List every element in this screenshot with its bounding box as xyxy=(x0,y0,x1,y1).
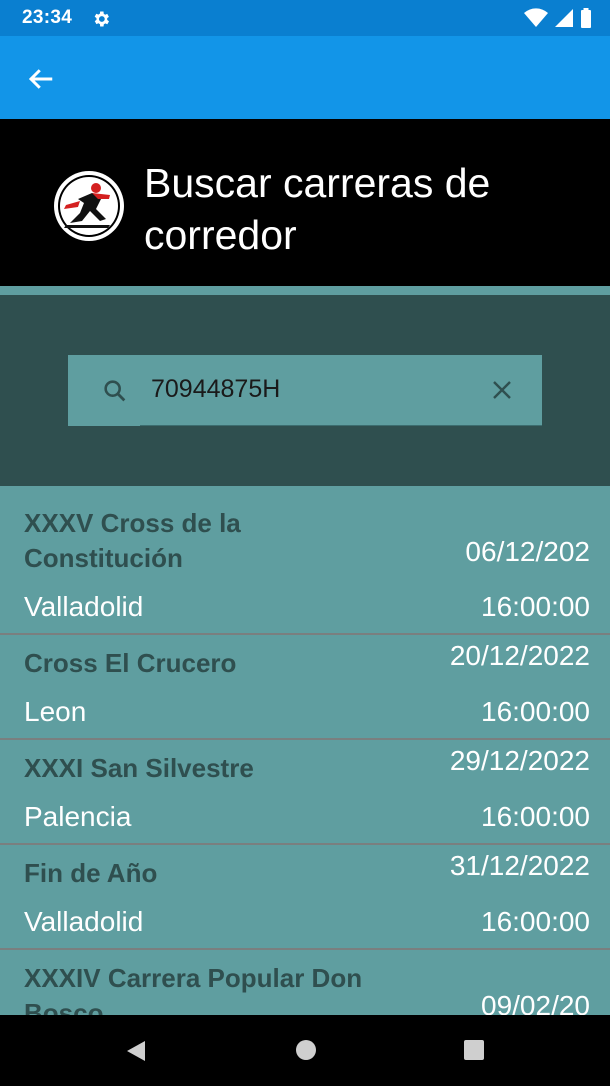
runner-logo-icon xyxy=(52,169,126,243)
race-city: Valladolid xyxy=(24,591,144,622)
search-underline xyxy=(140,425,542,426)
race-date: 31/12/2022 xyxy=(449,850,590,881)
list-item[interactable]: XXXV Cross de la Constitución 06/12/202 … xyxy=(0,486,610,635)
search-query[interactable]: 70944875H xyxy=(151,375,280,404)
list-item[interactable]: XXXI San Silvestre 29/12/2022 Palencia 1… xyxy=(0,740,610,845)
race-name: XXXIV Carrera Popular Don Bosco xyxy=(24,963,363,1016)
page-title: Buscar carreras de corredor xyxy=(144,160,491,258)
back-triangle-icon[interactable] xyxy=(125,1039,147,1068)
race-date: 20/12/2022 xyxy=(449,640,590,671)
race-time: 16:00:00 xyxy=(481,801,590,832)
wifi-icon xyxy=(524,8,548,33)
search-input[interactable]: 70944875H xyxy=(68,355,542,426)
back-arrow-icon[interactable] xyxy=(26,64,56,94)
search-section: 70944875H xyxy=(0,295,610,486)
header-divider xyxy=(0,286,610,295)
race-time: 16:00:00 xyxy=(481,591,590,622)
status-time: 23:34 xyxy=(22,7,73,28)
list-item[interactable]: Cross El Crucero 20/12/2022 Leon 16:00:0… xyxy=(0,635,610,740)
app-bar xyxy=(0,36,610,119)
recents-square-icon[interactable] xyxy=(463,1039,485,1066)
close-icon[interactable] xyxy=(490,378,514,407)
system-nav-bar xyxy=(0,1015,610,1086)
race-city: Leon xyxy=(24,696,87,727)
race-time: 16:00:00 xyxy=(481,696,590,727)
race-name: Cross El Crucero xyxy=(24,648,237,678)
race-name: Fin de Año xyxy=(24,858,158,888)
race-city: Valladolid xyxy=(24,906,144,937)
search-icon xyxy=(101,377,129,410)
battery-icon xyxy=(580,8,592,33)
race-city: Palencia xyxy=(24,801,132,832)
race-date: 09/02/20 xyxy=(481,990,590,1016)
race-date: 29/12/2022 xyxy=(449,745,590,776)
race-name: XXXI San Silvestre xyxy=(24,753,254,783)
signal-icon xyxy=(554,8,574,33)
race-time: 16:00:00 xyxy=(481,906,590,937)
race-date: 06/12/202 xyxy=(465,536,590,567)
status-bar: 23:34 xyxy=(0,0,610,36)
home-circle-icon[interactable] xyxy=(295,1039,317,1066)
page-header: Buscar carreras de corredor xyxy=(0,119,610,286)
race-name: XXXV Cross de la Constitución xyxy=(24,508,241,573)
gear-icon xyxy=(91,9,111,34)
list-item[interactable]: XXXIV Carrera Popular Don Bosco 09/02/20 xyxy=(0,950,610,1016)
list-item[interactable]: Fin de Año 31/12/2022 Valladolid 16:00:0… xyxy=(0,845,610,950)
